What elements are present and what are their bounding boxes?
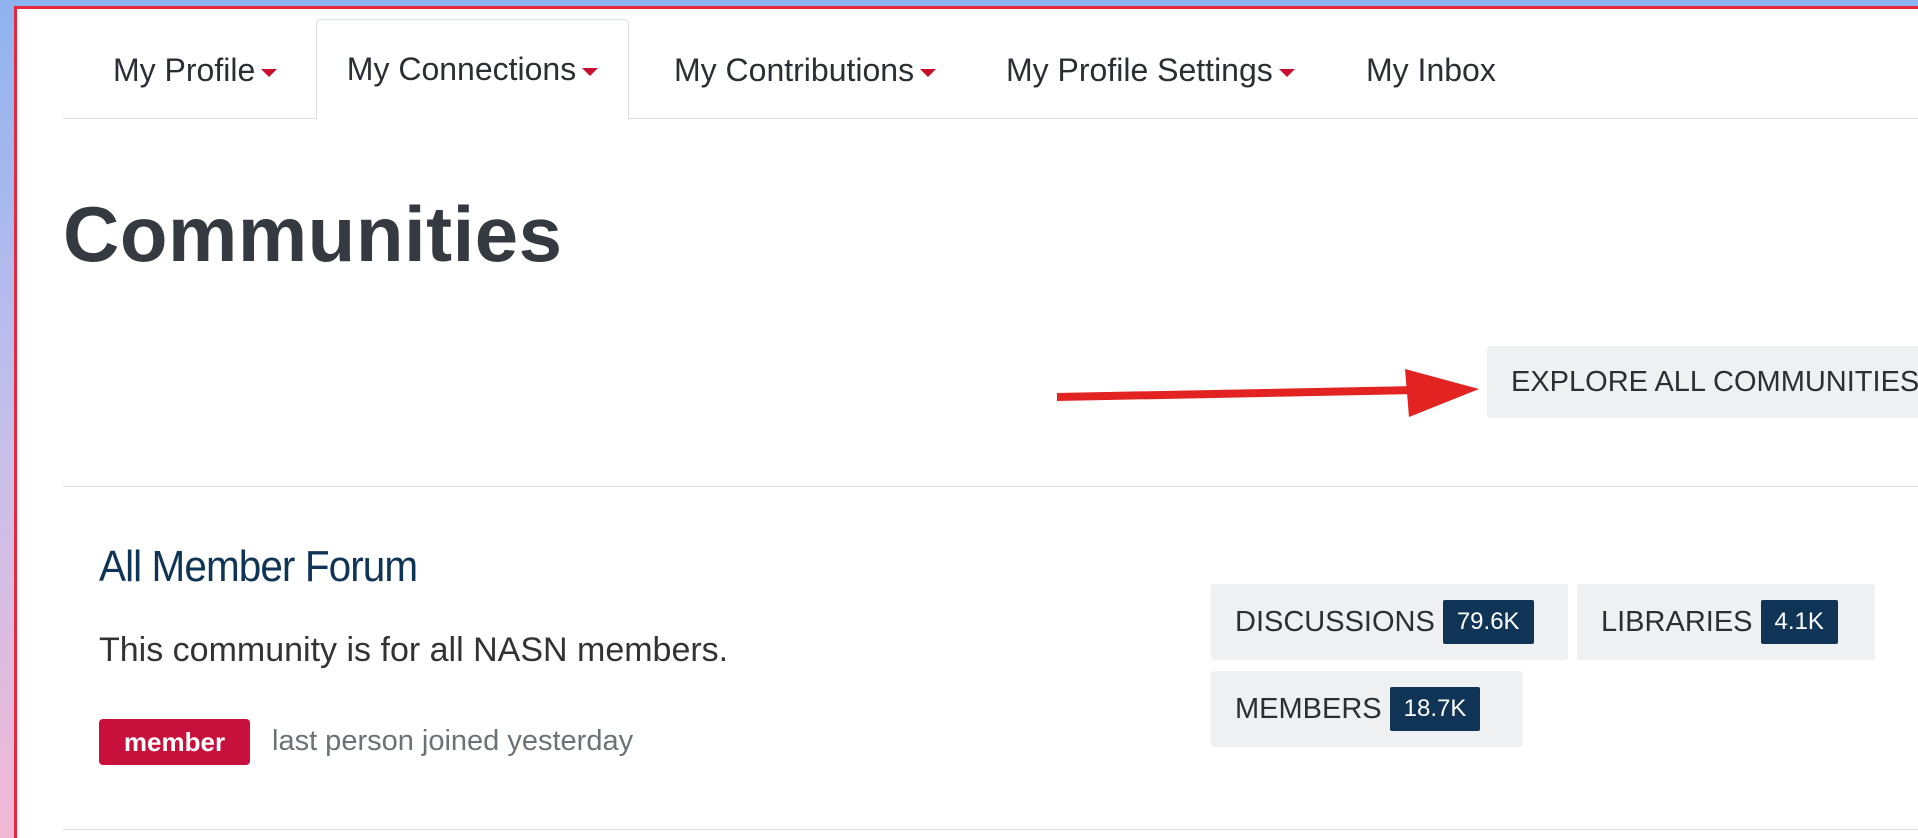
last-joined-text: last person joined yesterday [272,725,634,757]
divider [63,829,1918,830]
discussions-stat[interactable]: DISCUSSIONS 79.6K [1211,584,1568,660]
profile-tabs: My Profile My Connections My Contributio… [63,9,1918,120]
browser-frame: My Profile My Connections My Contributio… [14,6,1918,838]
explore-button-label: EXPLORE ALL COMMUNITIES [1511,365,1918,398]
stat-count: 18.7K [1389,687,1481,731]
libraries-stat[interactable]: LIBRARIES 4.1K [1577,584,1875,660]
tab-label: My Inbox [1366,52,1496,88]
community-title-link[interactable]: All Member Forum [99,542,418,592]
caret-down-icon [261,68,278,77]
member-badge: member [99,719,250,765]
tab-my-contributions[interactable]: My Contributions [674,21,937,120]
tab-my-connections[interactable]: My Connections [316,19,629,120]
tab-my-profile[interactable]: My Profile [113,21,278,120]
tab-label: My Contributions [674,52,915,88]
community-description: This community is for all NASN members. [99,631,729,669]
caret-down-icon [920,68,937,77]
tab-label: My Profile [113,52,256,88]
tab-label: My Profile Settings [1006,52,1273,88]
caret-down-icon [582,67,599,76]
tab-label: My Connections [346,51,577,87]
stat-count: 79.6K [1442,600,1534,644]
page-title: Communities [63,190,563,278]
arrow-right-icon [1057,369,1479,417]
stat-label: DISCUSSIONS [1235,605,1435,638]
members-stat[interactable]: MEMBERS 18.7K [1211,671,1523,747]
stat-label: LIBRARIES [1601,605,1753,638]
stat-count: 4.1K [1760,600,1838,644]
stat-label: MEMBERS [1235,692,1382,725]
explore-all-communities-button[interactable]: EXPLORE ALL COMMUNITIES [1487,346,1918,418]
tab-my-profile-settings[interactable]: My Profile Settings [1006,21,1295,120]
caret-down-icon [1278,68,1295,77]
tab-my-inbox[interactable]: My Inbox [1366,21,1496,120]
divider [63,486,1918,487]
